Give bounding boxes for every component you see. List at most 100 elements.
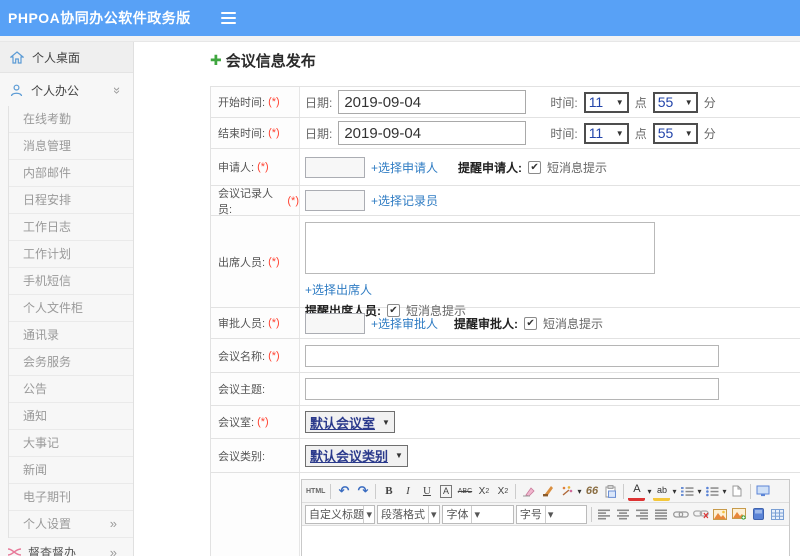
meeting-room-select[interactable]: 默认会议室 ▼ [305,411,395,433]
form-row-attendees: 出席人员:(*) +选择出席人 提醒出席人员: 短消息提示 [211,216,800,318]
sidebar-item-sms[interactable]: 手机短信 [9,268,133,295]
sms-remind-checkbox[interactable] [528,160,542,174]
fullscreen-icon[interactable] [755,482,772,501]
sidebar-item-meeting-service[interactable]: 会务服务 [9,349,133,376]
time-label: 时间: [550,95,578,110]
caret-down-icon: ▼ [395,451,403,460]
html-source-button[interactable]: HTML [305,482,326,501]
sidebar-item-work-plan[interactable]: 工作计划 [9,241,133,268]
field-label: 会议记录人员: (*) [211,186,300,216]
app-title: PHPOA协同办公软件政务版 [8,10,191,26]
paragraph-format-select[interactable]: 段落格式 ▾ [377,504,441,524]
sidebar-item-label: 个人办公 [31,84,80,98]
subscript-icon[interactable]: X2 [494,482,511,501]
insert-image-plus-icon[interactable] [731,505,748,524]
user-icon [10,84,23,97]
sidebar-item-messages[interactable]: 消息管理 [9,133,133,160]
eraser-icon[interactable] [520,482,537,501]
sidebar-item-attendance[interactable]: 在线考勤 [9,106,133,133]
meeting-name-input[interactable] [305,344,719,367]
end-hour-select[interactable]: 11 ▼ [583,122,629,144]
start-date-input[interactable] [338,90,527,114]
caret-down-icon[interactable]: ▾ [647,487,651,496]
end-minute-select[interactable]: 55 ▼ [652,122,698,144]
superscript-icon[interactable]: X2 [475,482,492,501]
choose-approver-link[interactable]: +选择审批人 [371,315,438,332]
page-title-bar: ✚ 会议信息发布 [210,50,316,71]
editor-toolbar-row1: HTML ↶ ↷ B I U A ABC X2 X2 ▾ 66 A ▾ ab ▾… [302,480,789,503]
approver-input[interactable] [305,312,365,334]
caret-down-icon[interactable]: ▾ [672,487,676,496]
heading-select[interactable]: 自定义标题 ▾ [305,504,375,524]
start-hour-select[interactable]: 11 ▼ [583,91,629,113]
caret-down-icon: ▼ [382,417,390,427]
format-brush-icon[interactable] [539,482,556,501]
caret-down-icon[interactable]: ▾ [577,487,581,496]
applicant-input[interactable] [305,156,365,178]
sidebar-item-announcement[interactable]: 公告 [9,376,133,403]
align-right-icon[interactable] [634,505,651,524]
date-label: 日期: [305,95,333,110]
sidebar-item-file-cabinet[interactable]: 个人文件柜 [9,295,133,322]
align-center-icon[interactable] [615,505,632,524]
sidebar-item-desktop[interactable]: 个人桌面 [0,42,133,73]
table-icon[interactable] [769,505,786,524]
recorder-input[interactable] [305,190,365,211]
sidebar-item-personal-settings[interactable]: 个人设置 » [9,511,133,538]
shuffle-icon [7,547,22,556]
sidebar-item-schedule[interactable]: 日程安排 [9,187,133,214]
meeting-category-select[interactable]: 默认会议类别 ▼ [305,444,408,467]
choose-applicant-link[interactable]: +选择申请人 [371,159,438,176]
sidebar-item-office[interactable]: 个人办公 » [0,75,133,106]
sidebar-item-work-log[interactable]: 工作日志 [9,214,133,241]
font-color-icon[interactable]: A [628,482,646,501]
font-family-select[interactable]: 字体 ▾ [442,504,514,524]
undo-icon[interactable]: ↶ [335,482,352,501]
new-page-icon[interactable] [729,482,746,501]
inline-style-icon[interactable]: A [439,484,452,498]
underline-icon[interactable]: U [418,482,435,501]
choose-attendees-link[interactable]: +选择出席人 [305,281,372,298]
paste-icon[interactable] [602,482,619,501]
strikethrough-icon[interactable]: ABC [456,482,473,501]
image-icon[interactable] [712,505,729,524]
meeting-topic-input[interactable] [305,378,719,400]
sidebar-item-news[interactable]: 新闻 [9,457,133,484]
form-row-meeting-name: 会议名称: (*) [211,339,800,373]
attendees-textarea[interactable] [305,222,655,274]
ordered-list-icon[interactable] [679,482,696,501]
sidebar-item-supervision[interactable]: 督查督办 » [0,538,133,556]
sidebar-item-contacts[interactable]: 通讯录 [9,322,133,349]
caret-down-icon[interactable]: ▾ [723,487,727,496]
end-date-input[interactable] [338,121,527,145]
sidebar-item-events[interactable]: 大事记 [9,430,133,457]
start-minute-select[interactable]: 55 ▼ [652,91,698,113]
link-icon[interactable] [672,505,690,524]
remind-approver-label: 提醒审批人: [454,316,519,331]
unordered-list-icon[interactable] [704,482,721,501]
font-size-select[interactable]: 字号 ▾ [515,504,588,524]
sidebar-item-internal-mail[interactable]: 内部邮件 [9,160,133,187]
italic-icon[interactable]: I [399,482,416,501]
home-icon [10,50,24,64]
form-row-applicant: 申请人:(*) +选择申请人 提醒申请人: 短消息提示 [211,149,800,186]
highlight-color-icon[interactable]: ab [653,482,671,501]
add-icon: ✚ [210,52,222,68]
redo-icon[interactable]: ↷ [354,482,371,501]
sidebar-item-e-journal[interactable]: 电子期刊 [9,484,133,511]
hour-unit: 点 [634,95,647,110]
sms-remind-checkbox[interactable] [524,316,538,330]
form-row-meeting-category: 会议类别: 默认会议类别 ▼ [211,439,800,473]
hamburger-menu-icon[interactable] [220,12,236,24]
editor-content-area[interactable] [302,526,789,556]
caret-down-icon[interactable]: ▾ [698,487,702,496]
blockquote-icon[interactable]: 66 [583,482,600,501]
align-left-icon[interactable] [596,505,613,524]
sidebar-item-notice[interactable]: 通知 [9,403,133,430]
choose-recorder-link[interactable]: +选择记录员 [371,192,438,209]
spray-color-icon[interactable] [558,482,575,501]
bold-icon[interactable]: B [380,482,397,501]
unlink-icon[interactable] [692,505,710,524]
media-icon[interactable] [750,505,767,524]
align-justify-icon[interactable] [653,505,670,524]
